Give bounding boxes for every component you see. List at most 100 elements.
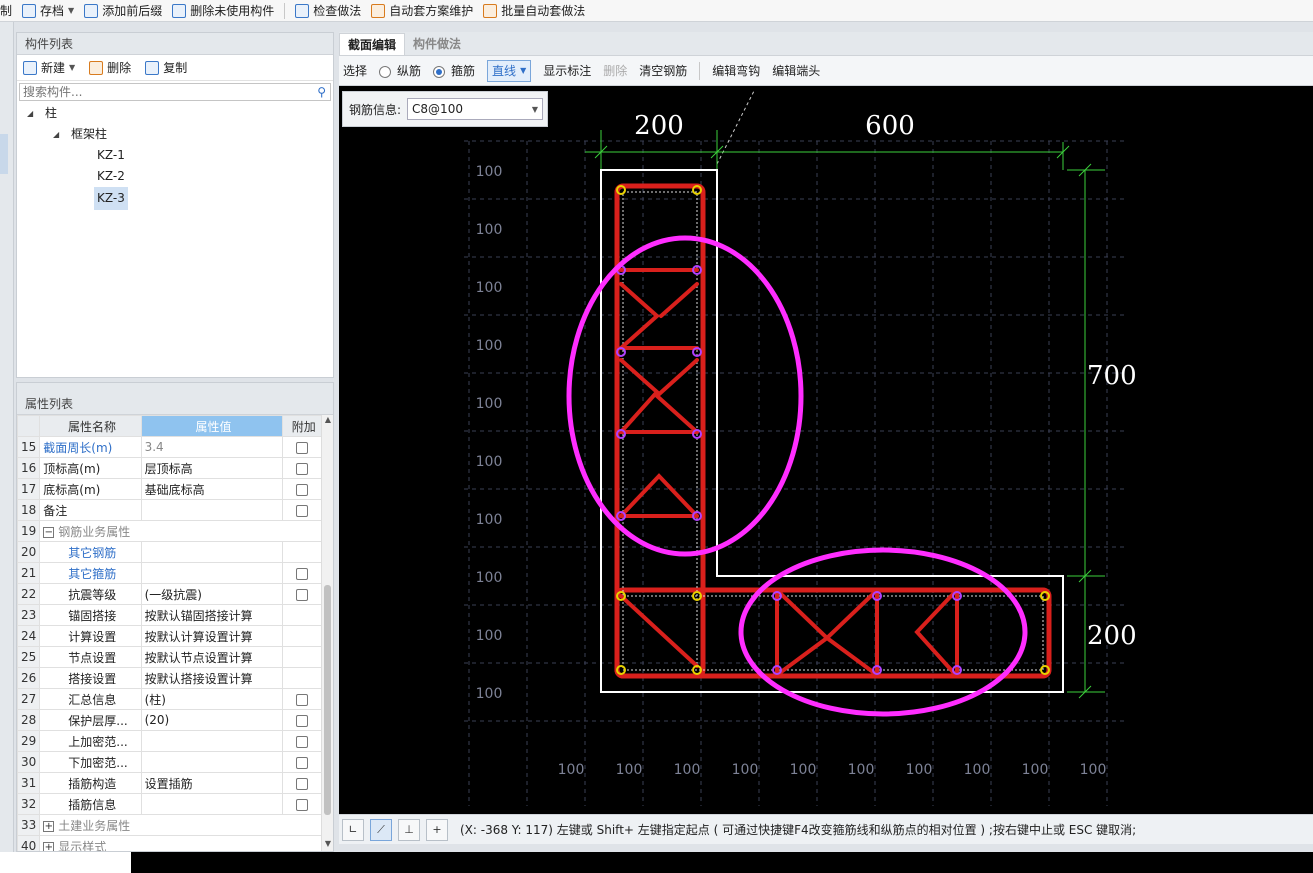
property-row[interactable]: 27 汇总信息 (柱) [17,688,322,710]
checkbox[interactable] [296,441,309,454]
property-row[interactable]: 23 锚固搭接 按默认锚固搭接计算 [17,604,322,626]
checkbox[interactable] [296,714,309,727]
expand-icon[interactable]: + [43,841,55,851]
scroll-down-icon[interactable]: ▼ [322,839,333,851]
property-scrollbar[interactable]: ▲ ▼ [321,415,333,851]
check-method-button[interactable]: 检查做法 [295,2,361,19]
property-value[interactable]: 基础底标高 [140,478,284,500]
auto-scheme-button[interactable]: 自动套方案维护 [371,2,473,19]
section-drawing[interactable]: 100 100 100 100 100 100 100 100 100 100 100 100 100 1… [339,86,1313,814]
save-button[interactable]: 存档 ▼ [22,2,74,19]
toolbar-divider [284,2,286,19]
property-value[interactable]: (柱) [140,688,284,710]
property-value[interactable] [140,499,284,521]
component-toolbar: 新建 ▼ 删除 复制 [17,55,333,81]
edit-hook-button[interactable]: 编辑弯钩 [712,62,760,79]
clear-rebar-button[interactable]: 清空钢筋 [639,62,687,79]
tab-component-method[interactable]: 构件做法 [405,33,469,55]
new-button[interactable]: 新建 ▼ [23,59,75,76]
grid-label: 100 [476,454,503,470]
expand-icon[interactable]: + [43,820,55,832]
property-row[interactable]: 28 保护层厚... (20) [17,709,322,731]
grid-label: 100 [476,570,503,586]
tree-node-frame-column[interactable]: ◢ 框架柱 [17,124,333,145]
tab-section-edit[interactable]: 截面编辑 [339,33,406,55]
checkbox[interactable] [296,462,309,475]
line-mode-dropdown[interactable]: 直线 ▼ [487,59,532,82]
property-row[interactable]: 20 其它钢筋 [17,541,322,563]
search-icon[interactable]: ⚲ [317,85,326,99]
property-row[interactable]: 32 插筋信息 [17,793,322,815]
property-value[interactable] [140,562,284,584]
checkbox[interactable] [296,567,309,580]
property-value[interactable]: 按默认节点设置计算 [140,646,284,668]
property-row[interactable]: 17 底标高(m) 基础底标高 [17,478,322,500]
copy-button[interactable]: 复制 [145,59,187,76]
checkbox[interactable] [296,735,309,748]
checkbox[interactable] [296,756,309,769]
property-value[interactable]: 层顶标高 [140,457,284,479]
checkbox[interactable] [296,777,309,790]
property-row[interactable]: 31 插筋构造 设置插筋 [17,772,322,794]
add-prefix-suffix-button[interactable]: 添加前后缀 [84,2,162,19]
property-value[interactable]: 设置插筋 [140,772,284,794]
property-row[interactable]: 16 顶标高(m) 层顶标高 [17,457,322,479]
property-row[interactable]: 40 + 显示样式 [17,835,322,851]
expand-icon[interactable]: ◢ [53,124,59,145]
property-row[interactable]: 15 截面周长(m) 3.4 [17,436,322,458]
ortho-mode-icon[interactable]: ∟ [342,818,364,841]
property-row[interactable]: 19− 钢筋业务属性 [17,520,322,542]
perpendicular-icon[interactable]: ⊥ [398,818,420,841]
property-value[interactable]: 按默认搭接设置计算 [140,667,284,689]
property-row[interactable]: 30 下加密范... [17,751,322,773]
property-extra [282,499,322,521]
rebar-info-select[interactable]: C8@100 ▼ [407,98,544,120]
property-row[interactable]: 21 其它箍筋 [17,562,322,584]
batch-auto-button[interactable]: 批量自动套做法 [483,2,585,19]
delete-button[interactable]: 删除 [89,59,131,76]
snap-line-icon[interactable]: ⟋ [370,818,392,841]
scroll-thumb[interactable] [324,585,331,815]
property-value[interactable] [140,793,284,815]
toolbar-item-cut[interactable]: 制 [0,2,12,19]
tree-node-column[interactable]: ◢ 柱 [17,103,333,124]
property-value[interactable] [140,730,284,752]
checkbox[interactable] [296,588,309,601]
property-row[interactable]: 25 节点设置 按默认节点设置计算 [17,646,322,668]
rebar-info-label: 钢筋信息: [349,102,402,117]
checkbox[interactable] [296,798,309,811]
tree-item-kz1[interactable]: KZ-1 [17,145,333,166]
checkbox[interactable] [296,504,309,517]
dynamic-input-icon[interactable]: + [426,818,448,841]
expand-icon[interactable]: ◢ [27,103,33,124]
property-value[interactable] [140,541,284,563]
property-row[interactable]: 24 计算设置 按默认计算设置计算 [17,625,322,647]
delete-unused-button[interactable]: 删除未使用构件 [172,2,274,19]
collapse-icon[interactable]: − [43,526,55,538]
property-value[interactable]: 按默认锚固搭接计算 [140,604,284,626]
row-number: 24 [17,625,41,647]
stirrup-radio[interactable]: 箍筋 [433,62,475,79]
tree-item-kz2[interactable]: KZ-2 [17,166,333,187]
section-canvas[interactable]: 100 100 100 100 100 100 100 100 100 100 100 100 100 1… [339,86,1313,814]
property-value[interactable] [140,751,284,773]
show-labels-button[interactable]: 显示标注 [543,62,591,79]
delete-rebar-button[interactable]: 删除 [603,62,627,79]
longitudinal-radio[interactable]: 纵筋 [379,62,421,79]
tree-item-kz3[interactable]: KZ-3 [17,187,333,210]
property-value[interactable]: 按默认计算设置计算 [140,625,284,647]
property-value[interactable]: 3.4 [140,436,284,458]
scroll-up-icon[interactable]: ▲ [322,415,333,427]
edit-end-button[interactable]: 编辑端头 [772,62,820,79]
checkbox[interactable] [296,693,309,706]
property-row[interactable]: 33 + 土建业务属性 [17,814,322,836]
select-button[interactable]: 选择 [343,62,367,79]
checkbox[interactable] [296,483,309,496]
property-value[interactable]: (一级抗震) [140,583,284,605]
property-row[interactable]: 26 搭接设置 按默认搭接设置计算 [17,667,322,689]
property-row[interactable]: 22 抗震等级 (一级抗震) [17,583,322,605]
property-value[interactable]: (20) [140,709,284,731]
search-input[interactable] [23,85,303,99]
property-row[interactable]: 18 备注 [17,499,322,521]
property-row[interactable]: 29 上加密范... [17,730,322,752]
